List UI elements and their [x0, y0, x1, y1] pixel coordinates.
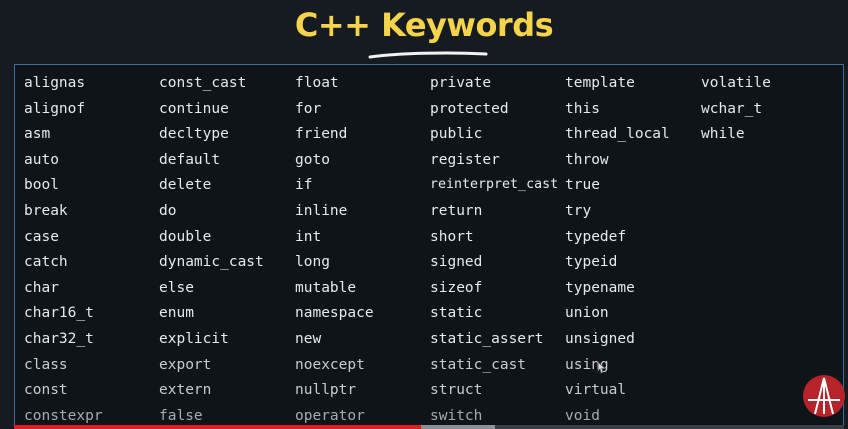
keyword: wchar_t: [701, 100, 763, 117]
keyword: const_cast: [159, 75, 247, 91]
keyword: try: [565, 202, 592, 219]
video-frame: C++ Keywords alignas alignof asm auto bo…: [0, 0, 848, 429]
keyword: if: [295, 177, 313, 194]
keyword: for: [295, 100, 322, 117]
keyword: public: [430, 126, 483, 143]
keyword: int: [295, 228, 322, 245]
keyword: char: [24, 279, 59, 296]
mouse-cursor-icon: [597, 361, 607, 374]
keyword: float: [295, 75, 339, 91]
keyword: new: [295, 330, 322, 347]
keyword: explicit: [159, 330, 229, 347]
keyword: volatile: [701, 75, 771, 91]
progress-buffered: [420, 425, 496, 429]
keyword: inline: [295, 202, 348, 219]
channel-logo-icon[interactable]: [802, 374, 846, 418]
keyword: default: [159, 151, 221, 168]
keyword: extern: [159, 382, 212, 399]
keyword: typename: [565, 279, 635, 296]
progress-played: [14, 425, 421, 429]
title-underline: [368, 51, 488, 59]
keyword: continue: [159, 100, 229, 117]
keyword: noexcept: [295, 356, 365, 373]
keyword: break: [24, 202, 68, 219]
page-title: C++ Keywords: [294, 6, 554, 44]
keyword: this: [565, 100, 600, 117]
keyword: char16_t: [24, 305, 94, 322]
keyword: struct: [430, 382, 483, 399]
keyword: bool: [24, 177, 59, 194]
keyword: decltype: [159, 126, 229, 143]
keyword: long: [295, 254, 330, 271]
keyword: enum: [159, 305, 194, 322]
keyword: do: [159, 202, 177, 219]
keyword-column-1: alignas alignof asm auto bool break case…: [24, 75, 103, 429]
keyword-column-5: template this thread_local throw true tr…: [565, 75, 670, 429]
keyword: return: [430, 202, 483, 219]
keyword: private: [430, 75, 492, 91]
keywords-panel: alignas alignof asm auto bool break case…: [14, 64, 844, 429]
keyword: register: [430, 151, 500, 168]
keyword: goto: [295, 151, 330, 168]
keyword: static_assert: [430, 330, 544, 347]
keyword: case: [24, 228, 59, 245]
video-progress-bar[interactable]: [14, 425, 844, 429]
keyword: static: [430, 305, 483, 322]
keyword: typeid: [565, 254, 618, 271]
keyword: friend: [295, 126, 348, 143]
keyword: typedef: [565, 228, 627, 245]
keyword: class: [24, 356, 68, 373]
keyword: true: [565, 177, 600, 194]
keyword-column-4: private protected public register reinte…: [430, 75, 558, 429]
keyword: auto: [24, 151, 59, 168]
keyword: alignas: [24, 75, 86, 91]
keyword: signed: [430, 254, 483, 271]
keyword: const: [24, 382, 68, 399]
keyword: template: [565, 75, 635, 91]
keyword: union: [565, 305, 609, 322]
keyword: double: [159, 228, 212, 245]
keyword: static_cast: [430, 356, 527, 373]
keyword: alignof: [24, 100, 86, 117]
keyword: delete: [159, 177, 212, 194]
keyword: else: [159, 279, 194, 296]
keyword: namespace: [295, 305, 374, 322]
keyword: virtual: [565, 382, 627, 399]
keyword: thread_local: [565, 126, 670, 143]
keyword: protected: [430, 100, 509, 117]
keyword-column-2: const_cast continue decltype default del…: [159, 75, 264, 429]
keyword-column-6: volatile wchar_t while: [701, 75, 771, 152]
keyword: char32_t: [24, 330, 94, 347]
keyword: reinterpret_cast: [430, 177, 559, 193]
keyword: dynamic_cast: [159, 254, 264, 271]
keyword: asm: [24, 126, 51, 143]
keyword: while: [701, 126, 745, 143]
keyword: mutable: [295, 279, 357, 296]
keyword: sizeof: [430, 279, 483, 296]
keyword: short: [430, 228, 474, 245]
keyword-column-3: float for friend goto if inline int long…: [295, 75, 374, 429]
keyword: using: [565, 356, 609, 373]
keyword: throw: [565, 151, 609, 168]
keyword: catch: [24, 254, 68, 271]
keyword: unsigned: [565, 330, 635, 347]
keyword: export: [159, 356, 212, 373]
keyword: nullptr: [295, 382, 357, 399]
